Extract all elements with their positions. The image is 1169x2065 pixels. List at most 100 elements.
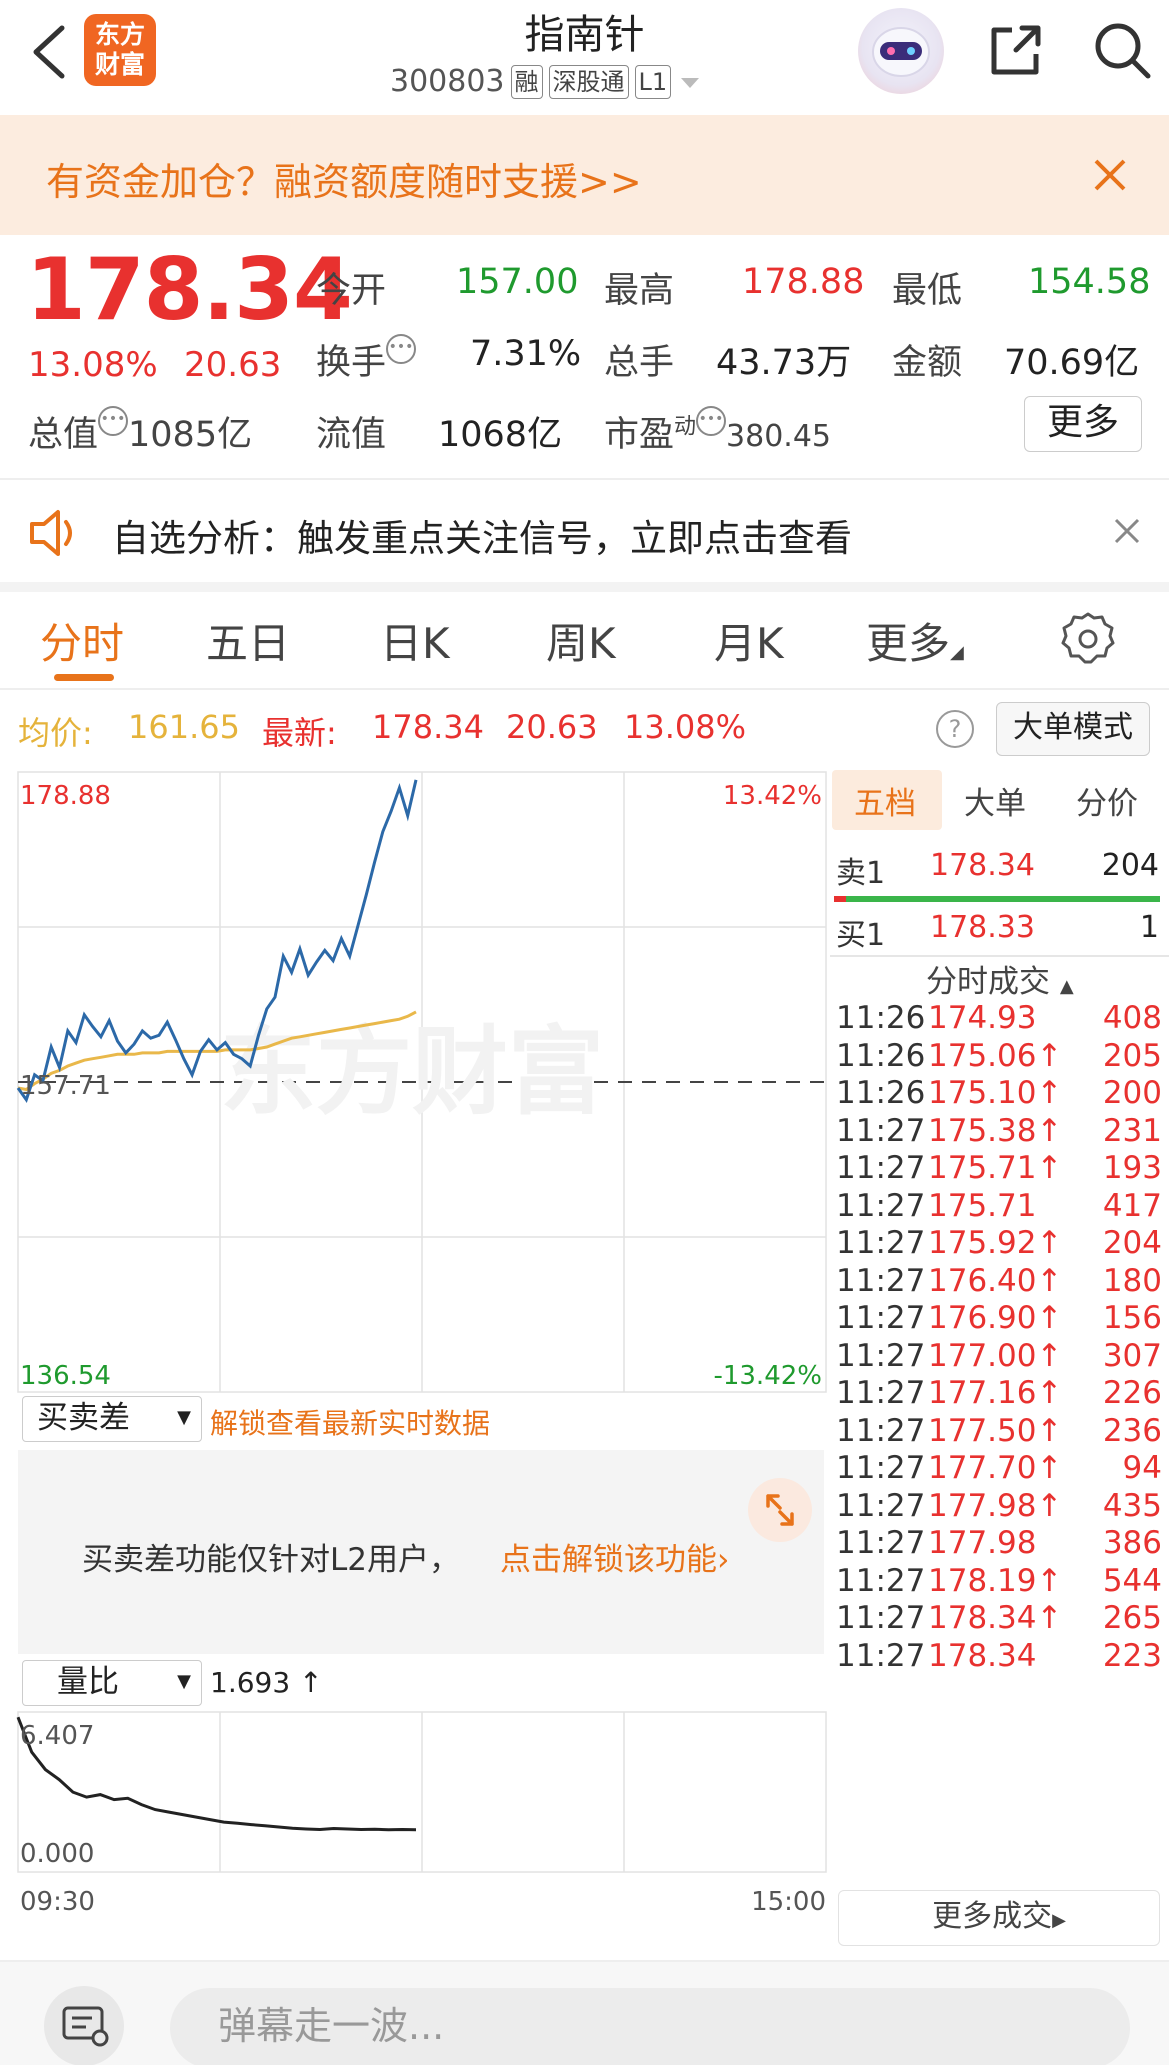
trade-price: 175.06↑: [928, 1037, 1063, 1074]
active-tab-indicator: [54, 674, 114, 681]
trade-volume: 265: [1102, 1600, 1162, 1636]
more-trades-button[interactable]: 更多成交▶: [838, 1890, 1160, 1946]
tab-weekly-k[interactable]: 周K: [546, 610, 616, 671]
bsd-unlock-link-text: 点击解锁该功能: [500, 1542, 717, 1578]
divider: [0, 478, 1169, 480]
section-divider: [0, 582, 1169, 592]
trades-title-text: 分时成交: [926, 964, 1050, 1000]
promo-text[interactable]: 有资金加仓？融资额度随时支援>>: [46, 151, 642, 206]
tab-big-orders[interactable]: 大单: [964, 778, 1026, 823]
trade-time: 11:27: [836, 1187, 926, 1224]
buy1-volume: 1: [1139, 910, 1159, 945]
sell1-volume: 204: [1101, 848, 1159, 883]
trade-volume: 236: [1102, 1412, 1162, 1449]
trade-time: 11:27: [836, 1562, 926, 1599]
info-icon[interactable]: •••: [98, 406, 129, 436]
danmu-input[interactable]: 弹幕走一波...: [170, 1988, 1130, 2065]
tab-more[interactable]: 更多◢: [866, 610, 964, 671]
search-icon[interactable]: [1090, 18, 1154, 82]
bsd-unlock-link[interactable]: 点击解锁该功能›: [500, 1534, 729, 1579]
unlock-realtime-link[interactable]: 解锁查看最新实时数据: [210, 1402, 490, 1442]
close-icon[interactable]: [1090, 155, 1130, 195]
trade-volume: 200: [1102, 1075, 1162, 1111]
turnover-label: 换手 •••: [316, 334, 417, 385]
big-order-mode-button[interactable]: 大单模式: [996, 702, 1150, 756]
trade-volume: 231: [1102, 1112, 1162, 1149]
trade-volume: 94: [1122, 1450, 1162, 1486]
tab-intraday[interactable]: 分时: [40, 610, 124, 671]
trade-volume: 204: [1102, 1225, 1162, 1261]
trade-price: 178.34↑: [928, 1600, 1063, 1636]
trade-time: 11:27: [836, 1225, 926, 1261]
trade-price: 175.71↑: [928, 1150, 1063, 1186]
more-quote-button[interactable]: 更多: [1024, 396, 1142, 452]
y-axis-pct-low: -13.42%: [713, 1361, 822, 1391]
trade-time: 11:27: [836, 1262, 926, 1299]
latest-price-value: 178.34: [372, 708, 484, 746]
amount-value: 70.69亿: [1004, 343, 1140, 383]
high-label: 最高: [604, 271, 675, 311]
trade-price: 178.19↑: [928, 1562, 1063, 1599]
pe-value: 380.45: [726, 419, 832, 454]
expand-icon[interactable]: [748, 1478, 812, 1542]
trade-time: 11:27: [836, 1637, 926, 1674]
trade-price: 177.70↑: [928, 1450, 1063, 1486]
dropdown-triangle-icon: ▼: [177, 1671, 191, 1692]
help-icon[interactable]: ?: [936, 710, 974, 748]
avg-price-label: 均价:: [18, 714, 93, 752]
bsd-panel-text: 买卖差功能仅针对L2用户，: [82, 1542, 460, 1578]
info-icon[interactable]: •••: [386, 334, 417, 364]
top-nav-bar: 东方 财富 指南针 300803 融 深股通 L1: [0, 0, 1169, 115]
tab-daily-k[interactable]: 日K: [380, 610, 450, 671]
intraday-chart[interactable]: 东方财富 178.88 157.71 136.54 13.42% -13.42%…: [0, 760, 830, 1970]
trade-volume: 307: [1102, 1337, 1162, 1374]
level1-tag: L1: [634, 64, 672, 99]
trade-time: 11:27: [836, 1375, 926, 1411]
trade-price: 177.16↑: [928, 1375, 1063, 1411]
market-cap-label-text: 总值: [28, 415, 99, 455]
trade-time: 11:26: [836, 1000, 926, 1036]
dropdown-triangle-icon[interactable]: [677, 72, 703, 92]
y-axis-low: 136.54: [20, 1361, 111, 1391]
amount-label: 金额: [892, 343, 963, 383]
tab-price-dist[interactable]: 分价: [1076, 778, 1138, 823]
open-value: 157.00: [456, 262, 579, 302]
current-price: 178.34: [26, 240, 353, 340]
tab-five-day[interactable]: 五日: [206, 610, 290, 671]
analysis-notice-text[interactable]: 自选分析：触发重点关注信号，立即点击查看: [112, 508, 852, 562]
turnover-value: 7.31%: [470, 334, 582, 374]
ai-assistant-robot-icon[interactable]: [858, 8, 944, 94]
watermark: 东方财富: [220, 1016, 604, 1128]
trade-time: 11:27: [836, 1600, 926, 1636]
stock-code-row[interactable]: 300803 融 深股通 L1: [390, 64, 703, 99]
trade-time: 11:27: [836, 1487, 926, 1524]
trade-volume: 156: [1102, 1300, 1162, 1336]
info-icon[interactable]: •••: [696, 406, 727, 436]
market-cap-label: 总值 •••1085亿: [28, 406, 252, 457]
trade-price: 177.98: [928, 1525, 1037, 1561]
trade-volume: 386: [1102, 1525, 1162, 1561]
volume-ratio-number: 1.693: [210, 1666, 291, 1699]
tab-level5[interactable]: 五档: [854, 778, 916, 823]
open-label: 今开: [316, 271, 387, 311]
trade-time: 11:26: [836, 1037, 926, 1074]
y-axis-high: 178.88: [20, 781, 111, 811]
trade-volume: 435: [1102, 1487, 1162, 1524]
high-value: 178.88: [742, 262, 865, 302]
change-percent: 13.08%: [28, 345, 158, 385]
danmu-toggle-icon[interactable]: [44, 1986, 124, 2065]
trade-price: 175.10↑: [928, 1075, 1063, 1111]
trade-price: 177.98↑: [928, 1487, 1063, 1524]
low-value: 154.58: [1028, 262, 1151, 302]
trade-volume: 544: [1102, 1562, 1162, 1599]
gear-icon[interactable]: [1060, 610, 1116, 666]
volume-ratio-dropdown[interactable]: 量比 ▼: [22, 1660, 202, 1706]
tab-monthly-k[interactable]: 月K: [714, 610, 784, 671]
close-icon[interactable]: [1112, 516, 1142, 546]
trade-price: 174.93: [928, 1000, 1037, 1036]
collapse-triangle-icon: ▲: [1059, 976, 1074, 997]
buy-sell-diff-dropdown[interactable]: 买卖差 ▼: [22, 1396, 202, 1442]
promo-banner[interactable]: 有资金加仓？融资额度随时支援>>: [0, 115, 1169, 235]
buy1-price: 178.33: [930, 910, 1035, 945]
share-icon[interactable]: [986, 20, 1046, 80]
